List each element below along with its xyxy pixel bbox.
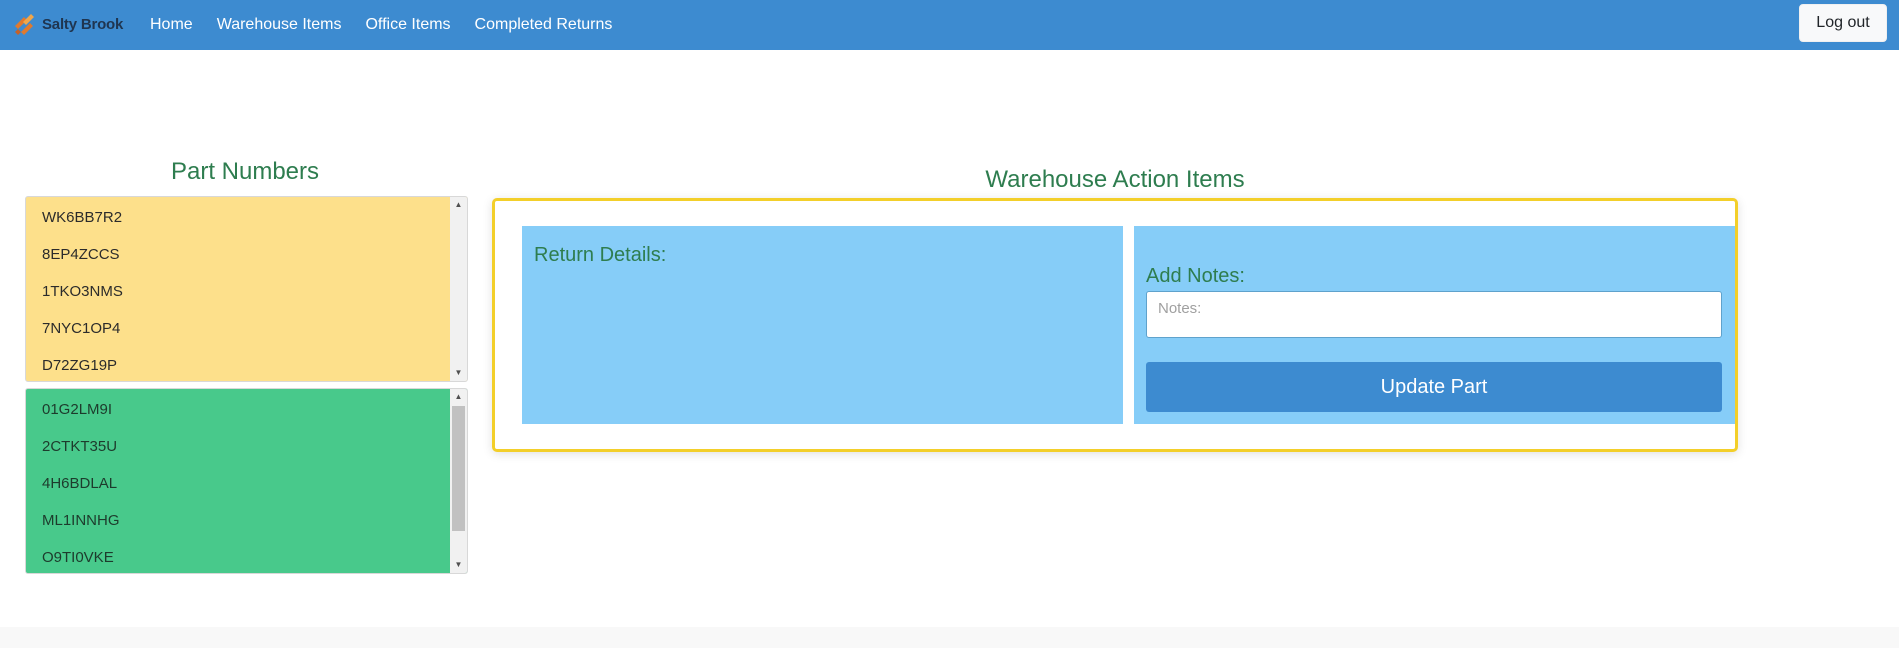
list-item[interactable]: 1TKO3NMS [26, 273, 450, 310]
list-item[interactable]: 8EP4ZCCS [26, 236, 450, 273]
list-item[interactable]: 01G2LM9I [26, 391, 450, 428]
list-item[interactable]: D72ZG19P [26, 347, 450, 381]
update-part-button[interactable]: Update Part [1146, 362, 1722, 412]
pending-parts-items: WK6BB7R2 8EP4ZCCS 1TKO3NMS 7NYC1OP4 D72Z… [26, 197, 450, 381]
brand-name: Salty Brook [42, 15, 124, 33]
add-notes-panel: Add Notes: Update Part [1134, 226, 1735, 424]
completed-parts-list[interactable]: 01G2LM9I 2CTKT35U 4H6BDLAL ML1INNHG O9TI… [25, 388, 468, 574]
warehouse-action-box: Return Details: Add Notes: Update Part [492, 198, 1738, 452]
completed-list-scrollbar[interactable]: ▲ ▼ [450, 389, 467, 573]
list-item[interactable]: 2CTKT35U [26, 428, 450, 465]
page-footer [0, 627, 1899, 648]
scroll-down-arrow-icon[interactable]: ▼ [450, 557, 467, 573]
add-notes-label: Add Notes: [1146, 265, 1245, 287]
salty-brook-logo-icon [12, 11, 38, 37]
list-item[interactable]: ML1INNHG [26, 502, 450, 539]
scroll-up-arrow-icon[interactable]: ▲ [450, 197, 467, 213]
list-item[interactable]: 4H6BDLAL [26, 465, 450, 502]
part-numbers-heading: Part Numbers [170, 158, 320, 185]
completed-parts-items: 01G2LM9I 2CTKT35U 4H6BDLAL ML1INNHG O9TI… [26, 389, 450, 573]
return-details-label: Return Details: [534, 244, 667, 266]
nav-link-home[interactable]: Home [150, 16, 193, 34]
brand-link[interactable]: Salty Brook [12, 11, 123, 37]
top-navbar: Salty Brook Home Warehouse Items Office … [0, 0, 1899, 50]
list-item[interactable]: 7NYC1OP4 [26, 310, 450, 347]
notes-input[interactable] [1146, 291, 1722, 338]
nav-link-office-items[interactable]: Office Items [365, 16, 450, 34]
nav-links: Home Warehouse Items Office Items Comple… [150, 0, 636, 50]
return-details-panel: Return Details: [522, 226, 1123, 424]
pending-parts-list[interactable]: WK6BB7R2 8EP4ZCCS 1TKO3NMS 7NYC1OP4 D72Z… [25, 196, 468, 382]
logout-button[interactable]: Log out [1799, 4, 1887, 42]
warehouse-action-items-heading: Warehouse Action Items [985, 166, 1245, 193]
scroll-down-arrow-icon[interactable]: ▼ [450, 365, 467, 381]
pending-list-scrollbar[interactable]: ▲ ▼ [450, 197, 467, 381]
list-item[interactable]: O9TI0VKE [26, 539, 450, 573]
nav-link-warehouse-items[interactable]: Warehouse Items [217, 16, 342, 34]
scrollbar-thumb[interactable] [452, 406, 465, 531]
nav-link-completed-returns[interactable]: Completed Returns [475, 16, 613, 34]
scroll-up-arrow-icon[interactable]: ▲ [450, 389, 467, 405]
list-item[interactable]: WK6BB7R2 [26, 199, 450, 236]
